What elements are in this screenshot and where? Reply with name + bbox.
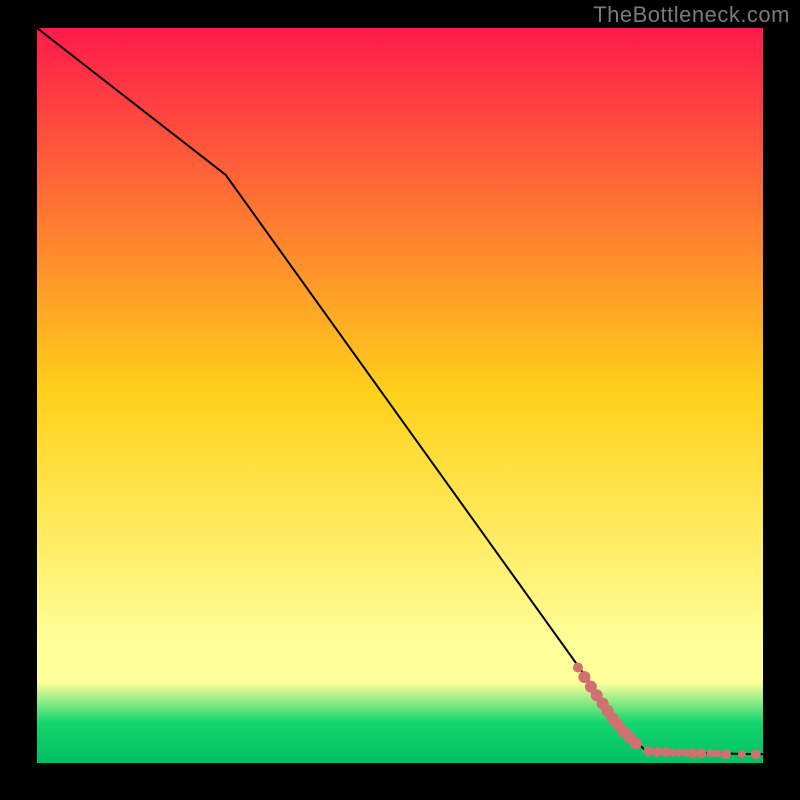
gradient-background <box>37 28 763 763</box>
data-marker <box>630 737 642 749</box>
data-marker <box>652 747 662 757</box>
chart-frame: TheBottleneck.com <box>0 0 800 800</box>
data-marker <box>675 749 683 757</box>
data-marker <box>696 748 706 758</box>
data-marker <box>751 749 761 759</box>
data-marker <box>688 748 698 758</box>
watermark-text: TheBottleneck.com <box>593 2 790 28</box>
data-marker <box>713 749 721 757</box>
data-marker <box>643 746 653 756</box>
data-marker <box>738 750 746 758</box>
data-marker <box>721 749 731 759</box>
data-marker <box>573 663 583 673</box>
plot-svg <box>37 28 763 763</box>
plot-area <box>37 28 763 763</box>
